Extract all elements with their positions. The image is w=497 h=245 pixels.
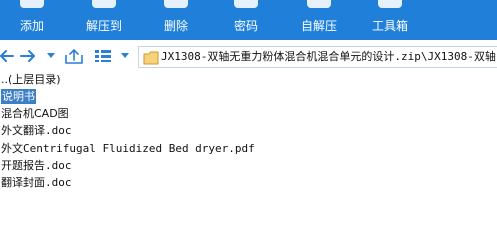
back-arrow-icon[interactable] [0, 46, 14, 66]
add-icon [20, 0, 44, 8]
list-item[interactable]: 外文翻译.doc [1, 123, 72, 138]
extract-to-button[interactable]: 解压到 [69, 0, 139, 40]
delete-button[interactable]: 删除 [141, 0, 211, 40]
view-mode-icon[interactable] [94, 46, 112, 66]
extract-to-icon [92, 0, 116, 8]
forward-arrow-icon[interactable] [20, 46, 36, 66]
add-button[interactable]: 添加 [0, 0, 67, 40]
list-item[interactable]: 开题报告.doc [1, 158, 72, 173]
list-item[interactable]: 外文Centrifugal Fluidized Bed dryer.pdf [1, 141, 255, 156]
password-button-label: 密码 [233, 19, 258, 33]
password-button[interactable]: 密码 [211, 0, 281, 40]
folder-up-icon[interactable] [64, 46, 84, 66]
chevron-down-icon[interactable] [44, 46, 58, 66]
folder-icon [143, 50, 159, 69]
extract-to-button-label: 解压到 [85, 19, 122, 33]
toolbox-button[interactable]: 工具箱 [355, 0, 425, 40]
address-bar[interactable]: JX1308-双轴无重力粉体混合机混合单元的设计.zip\JX1308-双轴 [138, 46, 497, 68]
self-extract-button[interactable]: 自解压 [284, 0, 354, 40]
password-icon [234, 0, 258, 8]
list-item[interactable]: 混合机CAD图 [1, 106, 69, 121]
chevron-down-icon[interactable] [118, 46, 132, 66]
main-toolbar: 添加 解压到 删除 密码 自解压 工具箱 [0, 0, 497, 40]
file-list: ..(上层目录) 说明书 混合机CAD图 外文翻译.doc 外文Centrifu… [0, 72, 497, 245]
self-extract-icon [307, 0, 331, 8]
toolbox-button-label: 工具箱 [371, 19, 408, 33]
list-item-parent-directory[interactable]: ..(上层目录) [1, 72, 61, 87]
delete-button-label: 删除 [163, 19, 188, 33]
add-button-label: 添加 [19, 19, 44, 33]
self-extract-button-label: 自解压 [300, 19, 337, 33]
delete-icon [164, 0, 188, 8]
list-item[interactable]: 翻译封面.doc [1, 175, 72, 190]
list-item[interactable]: 说明书 [1, 89, 36, 104]
address-path: JX1308-双轴无重力粉体混合机混合单元的设计.zip\JX1308-双轴 [161, 50, 496, 63]
toolbox-icon [378, 0, 402, 8]
